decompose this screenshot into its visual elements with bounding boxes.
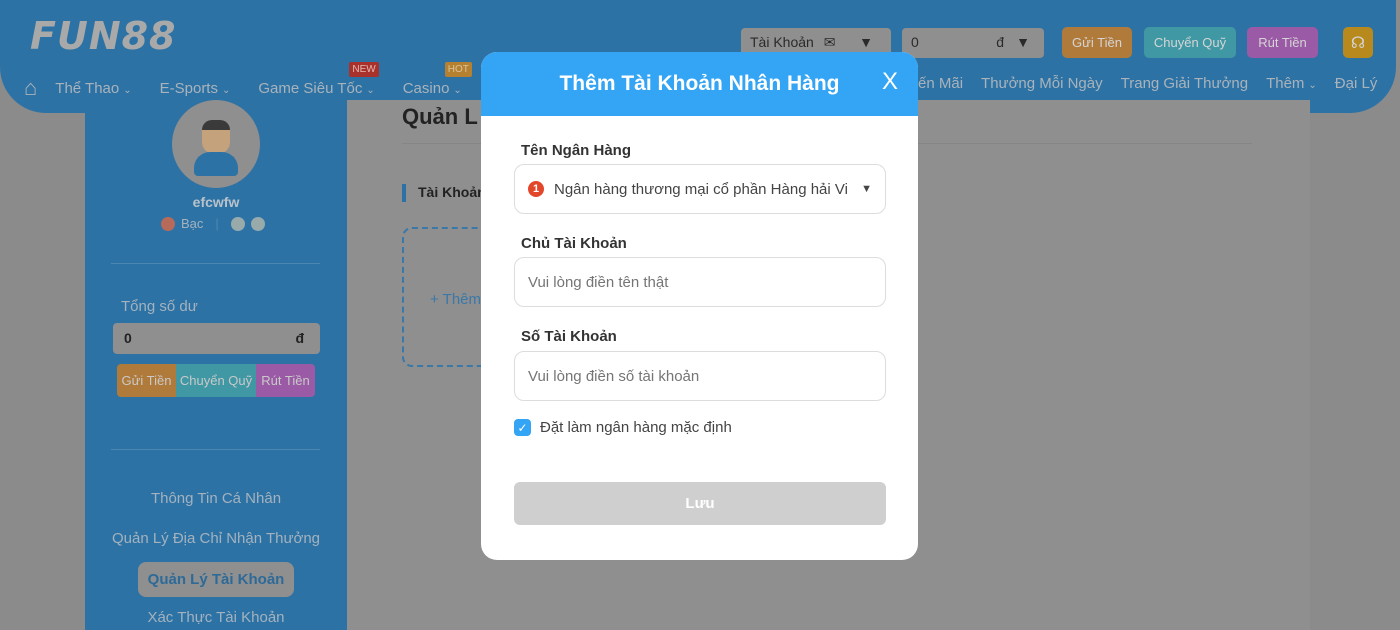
nav-trang-giai-thuong[interactable]: Trang Giải Thưởng	[1121, 75, 1248, 92]
account-label: Tài Khoản	[750, 34, 814, 50]
level-label: Bạc	[181, 216, 204, 231]
bank-name-label: Tên Ngân Hàng	[521, 142, 632, 159]
divider	[111, 449, 320, 450]
hot-badge: HOT	[444, 61, 472, 77]
account-holder-label: Chủ Tài Khoản	[521, 235, 627, 252]
nav-label: Game Siêu Tốc	[258, 79, 363, 97]
section-title: Tài Khoản	[402, 184, 486, 202]
nav-them[interactable]: Thêm ⌄	[1266, 75, 1317, 92]
balance-label: Tổng số dư	[121, 298, 198, 315]
add-account-label: + Thêm	[430, 291, 481, 308]
currency: đ	[295, 330, 304, 346]
chevron-down-icon: ⌄	[453, 84, 462, 96]
nav-thuong-moi-ngay[interactable]: Thưởng Mỗi Ngày	[981, 75, 1103, 92]
nav-khuyen-mai[interactable]: ến Mãi	[918, 75, 963, 92]
checkbox-checked-icon[interactable]: ✓	[514, 419, 531, 436]
sidebar-balance-field: 0đ	[113, 323, 320, 354]
menu-reward-address[interactable]: Quản Lý Địa Chỉ Nhận Thưởng	[85, 530, 347, 547]
menu-account-management[interactable]: Quản Lý Tài Khoản	[85, 562, 347, 597]
main-nav: ⌂ Thể Thao ⌄ E-Sports ⌄ NEW Game Siêu Tốc ⌄ …	[24, 61, 490, 101]
avatar	[172, 100, 260, 188]
balance-value: 0	[911, 34, 919, 50]
level-row: Bạc |	[161, 216, 265, 231]
nav-label: E-Sports	[159, 79, 218, 97]
sidebar-transfer-button[interactable]: Chuyển Quỹ	[176, 364, 256, 397]
mail-icon: ✉	[823, 34, 836, 50]
bank-select-value: Ngân hàng thương mại cổ phần Hàng hải Vi	[554, 180, 848, 198]
nav-label: Thêm	[1266, 75, 1305, 92]
sidebar-deposit-button[interactable]: Gửi Tiền	[117, 364, 176, 397]
nav-the-thao[interactable]: Thể Thao ⌄	[55, 80, 131, 97]
account-holder-input[interactable]	[514, 257, 886, 307]
nav-esports[interactable]: E-Sports ⌄	[160, 80, 231, 97]
caret-down-icon: ▼	[859, 34, 873, 50]
chevron-down-icon: ⌄	[221, 84, 231, 96]
divider	[111, 263, 320, 264]
modal-title: Thêm Tài Khoản Nhân Hàng	[559, 72, 840, 95]
caret-down-icon: ▼	[1016, 34, 1030, 50]
chevron-down-icon: ⌄	[1308, 80, 1317, 91]
bank-select[interactable]: 1 Ngân hàng thương mại cổ phần Hàng hải …	[514, 164, 886, 214]
home-icon[interactable]: ⌂	[24, 75, 37, 101]
caret-down-icon: ▼	[861, 183, 872, 195]
currency: đ	[996, 34, 1004, 50]
sidebar-actions: Gửi Tiền Chuyển Quỹ Rút Tiền	[117, 364, 315, 397]
section-label: Tài Khoản	[418, 184, 486, 200]
level-medal-icon	[161, 216, 175, 231]
default-bank-label: Đặt làm ngân hàng mặc định	[540, 419, 732, 436]
withdraw-button[interactable]: Rút Tiền	[1247, 27, 1318, 58]
menu-account-verification[interactable]: Xác Thực Tài Khoản	[85, 609, 347, 626]
nav-label: Casino	[402, 79, 450, 97]
chevron-down-icon: ⌄	[123, 84, 132, 96]
account-number-label: Số Tài Khoản	[521, 328, 617, 345]
username: efcwfw	[192, 194, 240, 210]
phone-verify-icon[interactable]	[250, 216, 265, 231]
right-nav: ến Mãi Thưởng Mỗi Ngày Trang Giải Thưởng…	[918, 75, 1377, 92]
default-bank-checkbox-row[interactable]: ✓ Đặt làm ngân hàng mặc định	[514, 419, 732, 436]
close-icon[interactable]: X	[882, 68, 898, 96]
menu-label: Quản Lý Tài Khoản	[137, 562, 295, 597]
save-button[interactable]: Lưu	[514, 482, 886, 525]
add-bank-account-modal: Thêm Tài Khoản Nhân Hàng X Tên Ngân Hàng…	[481, 52, 918, 560]
balance-value: 0	[124, 330, 132, 346]
chevron-down-icon: ⌄	[366, 84, 375, 96]
fun88-logo[interactable]: FUN88	[30, 14, 177, 58]
menu-personal-info[interactable]: Thông Tin Cá Nhân	[85, 490, 347, 507]
sidebar: efcwfw Bạc | Tổng số dư 0đ Gửi Tiền Chuy…	[85, 100, 347, 630]
nav-casino[interactable]: HOT Casino ⌄	[402, 61, 472, 97]
nav-dai-ly[interactable]: Đại Lý	[1335, 75, 1378, 92]
nav-label: Thể Thao	[55, 79, 120, 97]
deposit-button[interactable]: Gửi Tiền	[1062, 27, 1132, 58]
support-headset-icon[interactable]: ☊	[1343, 27, 1373, 58]
transfer-button[interactable]: Chuyển Quỹ	[1144, 27, 1236, 58]
page-title: Quản L	[402, 104, 478, 129]
new-badge: NEW	[349, 61, 379, 77]
bank-logo-icon: 1	[528, 181, 544, 197]
modal-header: Thêm Tài Khoản Nhân Hàng X	[481, 52, 918, 116]
balance-dropdown[interactable]: 0 đ ▼	[902, 28, 1044, 58]
email-verify-icon[interactable]	[230, 216, 245, 231]
nav-game-sieu-toc[interactable]: NEW Game Siêu Tốc ⌄	[258, 61, 379, 97]
sidebar-withdraw-button[interactable]: Rút Tiền	[256, 364, 315, 397]
account-number-input[interactable]	[514, 351, 886, 401]
